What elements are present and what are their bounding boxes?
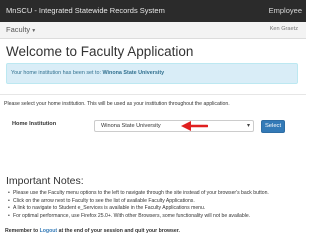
logout-reminder: Remember to Logout at the end of your se… (5, 228, 180, 234)
logout-link[interactable]: Logout (40, 228, 58, 234)
important-notes-list: Please use the Faculty menu options to t… (8, 190, 269, 220)
faculty-menu-label: Faculty (6, 25, 31, 34)
divider (0, 94, 306, 95)
page-title: Welcome to Faculty Application (6, 44, 194, 59)
faculty-menu[interactable]: Faculty▼ (6, 25, 36, 34)
home-institution-label: Home Institution (12, 121, 57, 127)
reminder-suffix: at the end of your session and quit your… (57, 228, 180, 234)
home-institution-select[interactable]: Winona State University ▾ (94, 120, 254, 132)
note-item: Click on the arrow next to Faculty to se… (8, 198, 269, 206)
nav-bar: Faculty▼ Ken Graetz (0, 22, 306, 39)
selected-institution: Winona State University (101, 123, 161, 129)
app-title: MnSCU - Integrated Statewide Records Sys… (6, 6, 165, 15)
instruction-text: Please select your home institution. Thi… (4, 101, 230, 107)
reminder-prefix: Remember to (5, 228, 40, 234)
note-item: A link to navigate to Student e_Services… (8, 205, 269, 213)
red-arrow-icon (181, 121, 208, 131)
alert-message: Your home institution has been set to: (11, 70, 103, 76)
home-institution-alert: Your home institution has been set to: W… (6, 63, 298, 84)
select-button[interactable]: Select (261, 120, 285, 133)
note-item: For optimal performance, use Firefox 25.… (8, 213, 269, 221)
alert-text: Your home institution has been set to: W… (11, 70, 164, 76)
employee-link[interactable]: Employee (269, 6, 302, 15)
user-name: Ken Graetz (269, 26, 298, 32)
important-notes-title: Important Notes: (6, 175, 84, 187)
note-item: Please use the Faculty menu options to t… (8, 190, 269, 198)
top-header-bar: MnSCU - Integrated Statewide Records Sys… (0, 0, 306, 22)
caret-down-icon: ▼ (31, 28, 37, 34)
chevron-down-icon: ▾ (246, 123, 250, 129)
alert-institution-name: Winona State University (102, 70, 165, 76)
